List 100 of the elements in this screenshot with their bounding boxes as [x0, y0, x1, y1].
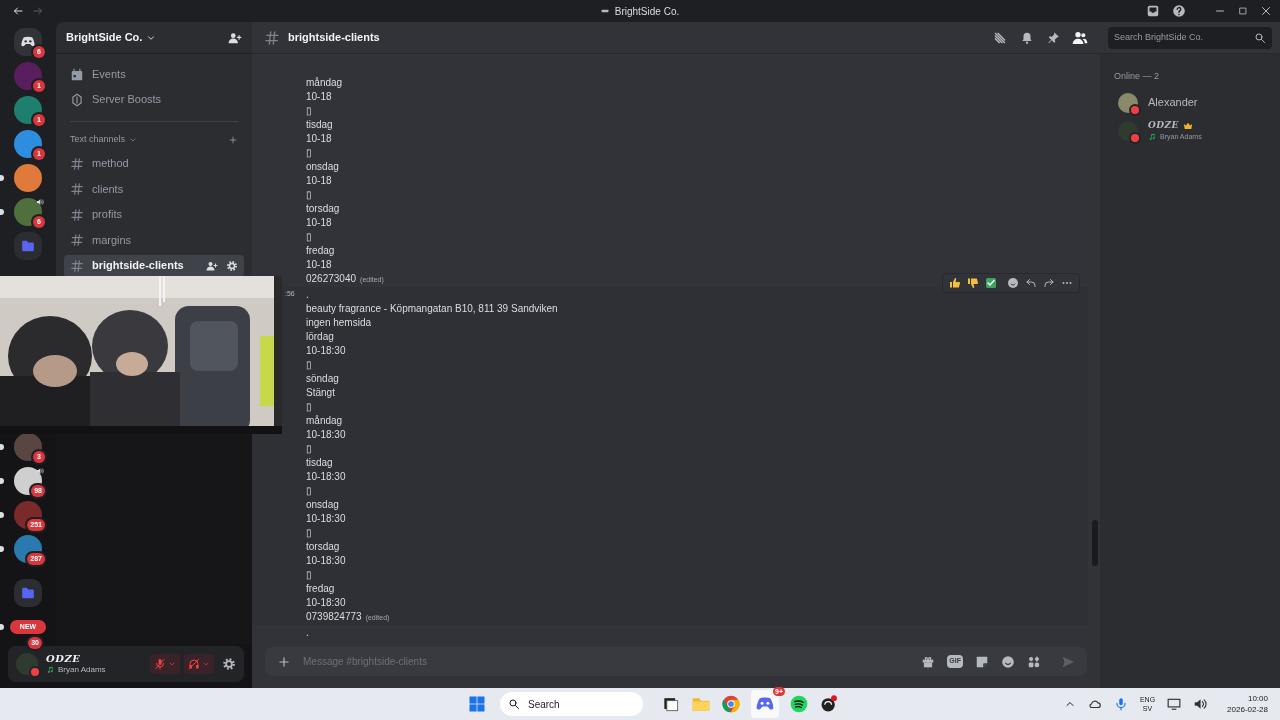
message-line: 10-18:30 [306, 428, 346, 442]
help-icon[interactable] [1172, 4, 1186, 18]
avatar[interactable] [1118, 120, 1138, 141]
taskbar-search[interactable]: Search [500, 692, 643, 716]
activity-text: Bryan Adams [58, 666, 106, 674]
message-line: 0739824773 [306, 610, 362, 624]
message-line: torsdag [306, 202, 340, 216]
apps-icon[interactable] [1027, 654, 1041, 669]
message-line: . [306, 626, 309, 640]
message-line: 10-18 [306, 174, 332, 188]
hash-icon [70, 182, 84, 196]
chevron-down-icon [129, 136, 138, 144]
back-arrow-icon[interactable] [12, 5, 24, 17]
message-line: tisdag [306, 118, 333, 132]
close-icon[interactable] [1260, 5, 1272, 17]
channel-item[interactable]: margins [64, 229, 244, 251]
message-line: ▯ [306, 146, 312, 160]
reply-icon[interactable] [1025, 277, 1037, 289]
search-icon [508, 698, 520, 710]
message-line: 10-18:30 [306, 554, 346, 568]
message-line: ▯ [306, 104, 312, 118]
add-person-icon[interactable] [228, 30, 242, 45]
server-folder[interactable] [14, 232, 42, 260]
monitor-icon[interactable] [1167, 697, 1182, 711]
forward-icon[interactable] [1043, 277, 1055, 289]
home-button[interactable] [14, 28, 42, 56]
message-line: 10-18:30 [306, 512, 346, 526]
message-line: 10-18 [306, 216, 332, 230]
music-note-icon [46, 666, 54, 674]
member-item[interactable]: Alexander [1114, 88, 1266, 117]
emoji-icon[interactable] [1007, 277, 1019, 289]
music-app-icon[interactable] [789, 694, 809, 714]
scrollbar-thumb[interactable] [1092, 520, 1098, 566]
browser-icon[interactable] [721, 694, 741, 714]
message-line: 10-18 [306, 132, 332, 146]
deafen-button[interactable] [184, 654, 214, 674]
music-note-icon [1148, 132, 1156, 141]
message-line: 10-18:30 [306, 344, 346, 358]
checkmark-icon[interactable] [985, 277, 997, 289]
message-line: ▯ [306, 568, 312, 582]
settings-icon[interactable] [222, 657, 236, 671]
add-person-icon[interactable] [206, 259, 218, 272]
members-icon[interactable] [1072, 29, 1088, 46]
gift-icon[interactable] [921, 654, 936, 669]
window-title: BrightSide Co. [614, 4, 680, 19]
message-line: onsdag [306, 498, 339, 512]
message-line: måndag [306, 76, 343, 90]
server-folder[interactable] [14, 579, 42, 607]
message-line: . [306, 288, 309, 302]
pin-icon[interactable] [1046, 30, 1060, 45]
message-line: ▯ [306, 188, 312, 202]
sidebar-link[interactable]: Events [64, 62, 244, 87]
thumbs-down-icon[interactable] [967, 277, 979, 289]
microphone-icon[interactable] [1113, 697, 1128, 711]
message-line: onsdag [306, 160, 339, 174]
message-line: Stängt [306, 386, 335, 400]
server-menu[interactable]: BrightSide Co. [66, 29, 157, 46]
channel-item[interactable]: profits [64, 203, 244, 226]
message-line: beauty fragrance - Köpmangatan B10, 811 39 Sandviken [306, 302, 558, 316]
clock[interactable]: 10:00 2026-02-28 [1227, 694, 1268, 714]
app-icon[interactable] [819, 694, 839, 714]
caret-icon [202, 660, 210, 668]
message-line: 10-18 [306, 258, 332, 272]
message-line: 10-18 [306, 90, 332, 104]
server-icon[interactable] [14, 164, 42, 192]
avatar[interactable] [1118, 92, 1138, 113]
hash-icon [70, 156, 84, 171]
start-icon[interactable] [468, 695, 486, 713]
headphones-icon [188, 658, 200, 670]
message-line: ▯ [306, 526, 312, 540]
thumbs-up-icon[interactable] [949, 277, 961, 289]
search-field[interactable]: Search BrightSide Co. [1108, 26, 1272, 49]
channel-item[interactable]: clients [64, 178, 244, 200]
mute-button[interactable] [150, 654, 180, 674]
maximize-icon[interactable] [1238, 6, 1248, 16]
message-line: ▯ [306, 358, 312, 372]
category-header[interactable]: Text channels [70, 133, 138, 147]
settings-icon[interactable] [226, 259, 238, 272]
message-line: fredag [306, 244, 335, 258]
sidebar-link[interactable]: Server Boosts [64, 87, 244, 112]
message-line: 10-18:30 [306, 596, 346, 610]
plus-icon[interactable] [277, 654, 291, 669]
channel-item[interactable]: brightside-clients [64, 254, 244, 277]
emoji-icon[interactable] [1001, 654, 1015, 669]
bell-icon[interactable] [1020, 30, 1034, 45]
server-name: BrightSide Co. [66, 30, 143, 46]
message-line: ▯ [306, 442, 312, 456]
server-icon [600, 7, 609, 15]
add-channel-icon[interactable] [228, 135, 238, 145]
message-line: söndag [306, 372, 339, 386]
volume-icon[interactable] [1193, 697, 1208, 711]
server-icon[interactable] [14, 467, 42, 495]
inbox-icon[interactable] [1146, 4, 1160, 18]
sticker-icon[interactable] [975, 654, 989, 669]
member-name: Alexander [1148, 97, 1198, 108]
server-icon[interactable] [14, 198, 42, 226]
hash-icon [264, 29, 280, 46]
message-line: fredag [306, 582, 335, 596]
hash-icon [70, 258, 84, 273]
channel-item[interactable]: method [64, 152, 244, 175]
